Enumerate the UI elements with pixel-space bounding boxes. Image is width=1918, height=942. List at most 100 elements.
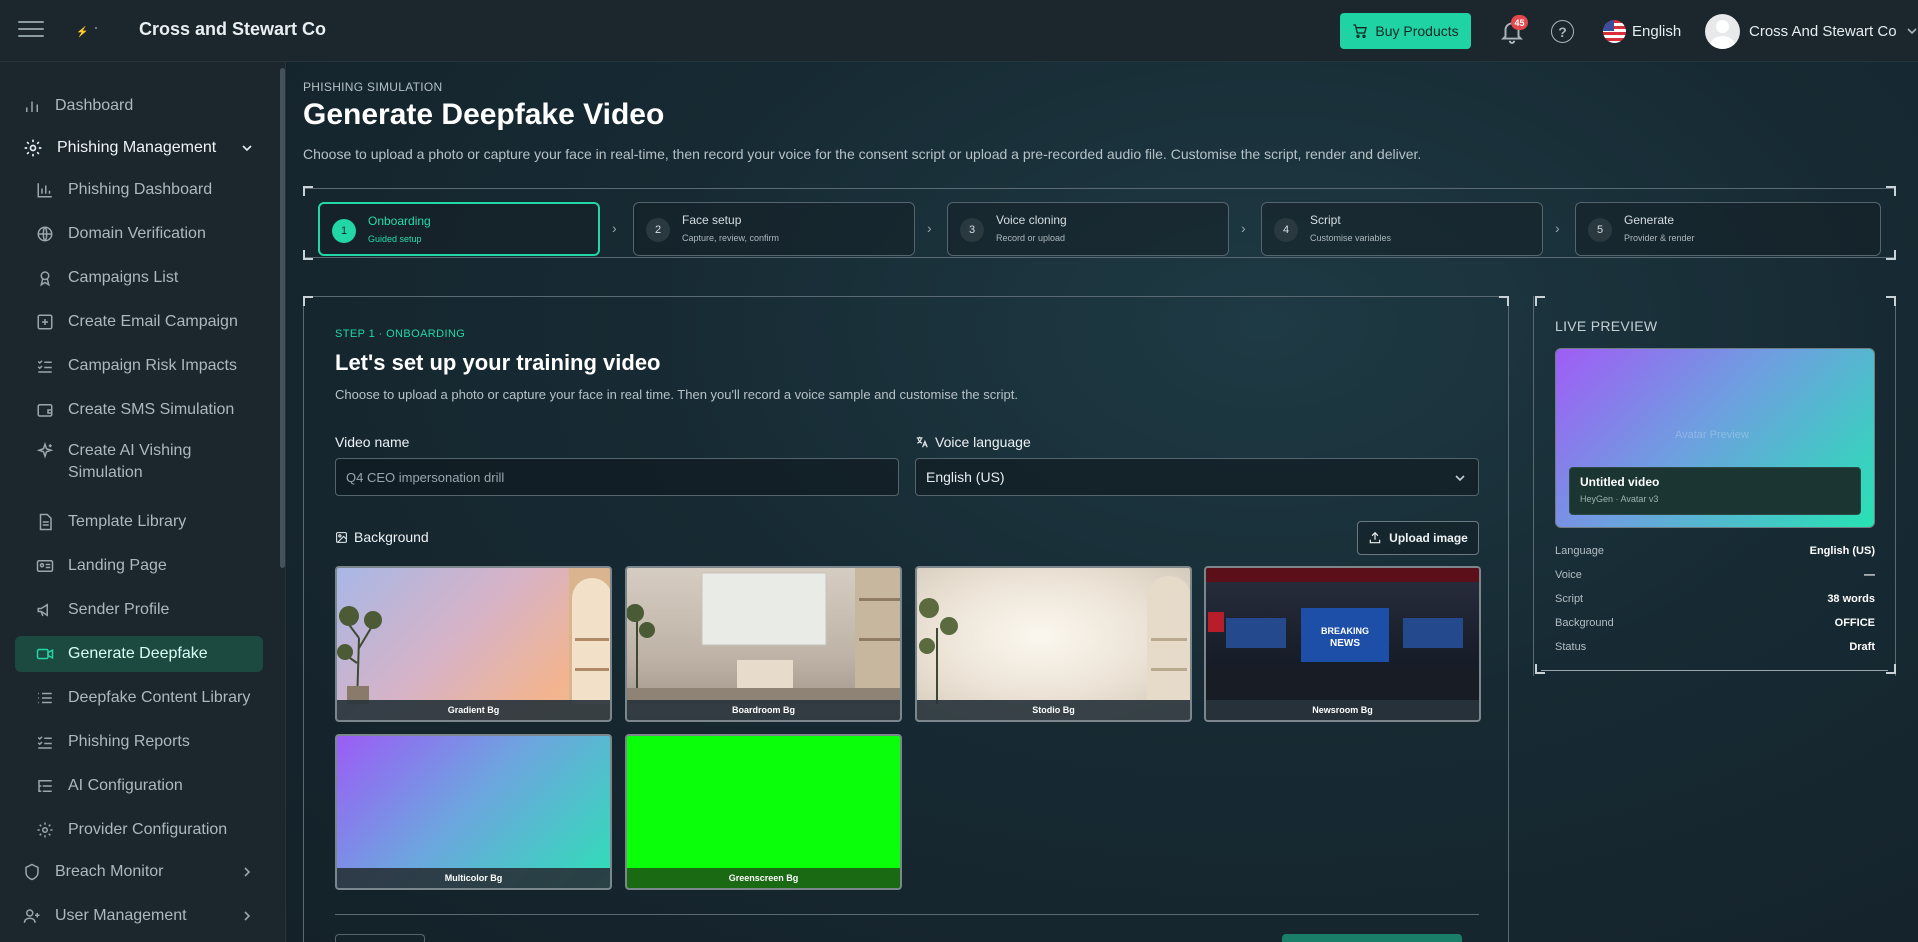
company-name: Cross and Stewart Co	[139, 19, 327, 39]
sidebar-item-user-management[interactable]: User Management	[15, 898, 263, 934]
sidebar-item-create-ai-vishing-simulation[interactable]: Create AI Vishing Simulation	[15, 436, 263, 488]
voice-language-select[interactable]: English (US)	[915, 458, 1479, 496]
frame-corner	[1535, 664, 1545, 674]
sidebar-item-label: AI Configuration	[68, 777, 183, 794]
chevron-down-icon	[242, 145, 252, 152]
sidebar-item-ai-configuration[interactable]: AI Configuration	[15, 768, 263, 804]
list-tree-icon	[38, 780, 52, 792]
notification-badge: 45	[1511, 15, 1528, 30]
user-menu[interactable]: Cross And Stewart Co	[1705, 13, 1918, 49]
preview-row-value: English (US)	[1809, 545, 1875, 557]
preview-row-key: Script	[1555, 593, 1584, 605]
step-subtitle: Customise variables	[1310, 233, 1392, 243]
back-button[interactable]	[335, 934, 425, 942]
background-option-newsroom[interactable]: BREAKING NEWS Newsroom Bg	[1204, 566, 1481, 722]
sparkle-icon	[36, 442, 54, 459]
buy-products-button[interactable]: Buy Products	[1340, 13, 1471, 49]
step-title: Voice cloning	[996, 213, 1067, 227]
sidebar-item-sender-profile[interactable]: Sender Profile	[15, 592, 263, 628]
preview-row-key: Background	[1555, 617, 1614, 629]
sidebar-item-label: Deepfake Content Library	[68, 689, 251, 706]
preview-video-title: Untitled video	[1580, 475, 1660, 489]
sidebar-item-dashboard[interactable]: Dashboard	[15, 88, 263, 124]
preview-row-language: Language English (US)	[1555, 545, 1875, 563]
background-caption: Boardroom Bg	[627, 700, 900, 720]
upload-image-label: Upload image	[1389, 531, 1468, 545]
step-script[interactable]: 4 Script Customise variables	[1261, 202, 1543, 256]
preview-divider	[1541, 670, 1888, 671]
image-icon	[336, 531, 347, 543]
step-number: 2	[646, 218, 670, 242]
gradient-bg-art	[337, 568, 610, 705]
background-option-boardroom[interactable]: Boardroom Bg	[625, 566, 902, 722]
sidebar-item-label: Breach Monitor	[55, 863, 164, 880]
page-description: Choose to upload a photo or capture your…	[303, 146, 1422, 162]
step-voice-cloning[interactable]: 3 Voice cloning Record or upload	[947, 202, 1229, 256]
step-onboarding[interactable]: 1 Onboarding Guided setup	[318, 202, 600, 256]
page-eyebrow: PHISHING SIMULATION	[303, 80, 443, 94]
upload-image-button[interactable]: Upload image	[1357, 521, 1479, 555]
help-icon[interactable]: ?	[1551, 20, 1574, 43]
background-caption: Greenscreen Bg	[627, 868, 900, 888]
preview-row-key: Voice	[1555, 569, 1582, 581]
menu-icon[interactable]	[18, 21, 44, 41]
sidebar-item-provider-configuration[interactable]: Provider Configuration	[15, 812, 263, 848]
shield-icon	[25, 863, 39, 881]
studio-bg-art	[919, 576, 1190, 704]
preview-row-status: Status Draft	[1555, 641, 1875, 659]
next-button[interactable]	[1282, 934, 1462, 942]
sidebar-item-generate-deepfake[interactable]: Generate Deepfake	[15, 636, 263, 672]
voice-language-label: Voice language	[915, 434, 1031, 450]
plus-square-icon	[37, 314, 53, 330]
step-face-setup[interactable]: 2 Face setup Capture, review, confirm	[633, 202, 915, 256]
video-name-input[interactable]	[335, 458, 899, 496]
sidebar-item-domain-verification[interactable]: Domain Verification	[15, 216, 263, 252]
background-option-multicolor[interactable]: Multicolor Bg	[335, 734, 612, 890]
sidebar-item-deepfake-content-library[interactable]: Deepfake Content Library	[15, 680, 263, 716]
chevron-right-icon: ›	[1555, 220, 1560, 236]
chevron-down-icon	[1455, 475, 1465, 482]
sidebar-item-phishing-dashboard[interactable]: Phishing Dashboard	[15, 172, 263, 208]
sidebar-item-create-email-campaign[interactable]: Create Email Campaign	[15, 304, 263, 340]
preview-row-key: Language	[1555, 545, 1604, 557]
preview-row-value: OFFICE	[1834, 617, 1875, 629]
buy-products-label: Buy Products	[1375, 23, 1459, 39]
globe-icon	[37, 226, 53, 242]
id-card-icon	[36, 560, 54, 572]
preview-row-value: —	[1864, 569, 1875, 581]
sidebar-scrollbar[interactable]	[280, 68, 285, 568]
background-label-text: Background	[354, 529, 429, 545]
background-caption: Newsroom Bg	[1206, 700, 1479, 720]
sidebar-item-landing-page[interactable]: Landing Page	[15, 548, 263, 584]
sidebar-item-label: Dashboard	[55, 97, 134, 114]
background-option-greenscreen[interactable]: Greenscreen Bg	[625, 734, 902, 890]
background-caption: Multicolor Bg	[337, 868, 610, 888]
newsroom-bg-art: BREAKING NEWS	[1206, 568, 1479, 704]
sidebar-item-create-sms-simulation[interactable]: Create SMS Simulation	[15, 392, 263, 428]
step-subtitle: Capture, review, confirm	[682, 233, 780, 243]
sidebar-item-campaigns-list[interactable]: Campaigns List	[15, 260, 263, 296]
sidebar-item-phishing-reports[interactable]: Phishing Reports	[15, 724, 263, 760]
sidebar-item-template-library[interactable]: Template Library	[15, 504, 263, 540]
background-option-gradient[interactable]: Gradient Bg	[335, 566, 612, 722]
sidebar-item-campaign-risk-impacts[interactable]: Campaign Risk Impacts	[15, 348, 263, 384]
page-title: Generate Deepfake Video	[303, 98, 665, 131]
background-option-studio[interactable]: Stodio Bg	[915, 566, 1192, 722]
chevron-right-icon: ›	[612, 220, 617, 236]
sidebar-item-phishing-management[interactable]: Phishing Management	[15, 130, 263, 166]
background-caption: Gradient Bg	[337, 700, 610, 720]
step-title: Face setup	[682, 213, 742, 227]
wallet-icon	[37, 404, 53, 417]
language-selector[interactable]: English	[1603, 20, 1681, 43]
language-label: English	[1632, 23, 1682, 40]
preview-row-key: Status	[1555, 641, 1587, 653]
sidebar-item-breach-monitor[interactable]: Breach Monitor	[15, 854, 263, 890]
preview-row-script: Script 38 words	[1555, 593, 1875, 611]
preview-row-value: Draft	[1849, 641, 1875, 653]
sidebar-item-label: Phishing Management	[57, 139, 217, 156]
preview-row-voice: Voice —	[1555, 569, 1875, 587]
background-label: Background	[335, 529, 429, 545]
user-name: Cross And Stewart Co	[1749, 22, 1897, 40]
frame-corner	[303, 186, 313, 196]
step-generate[interactable]: 5 Generate Provider & render	[1575, 202, 1881, 256]
